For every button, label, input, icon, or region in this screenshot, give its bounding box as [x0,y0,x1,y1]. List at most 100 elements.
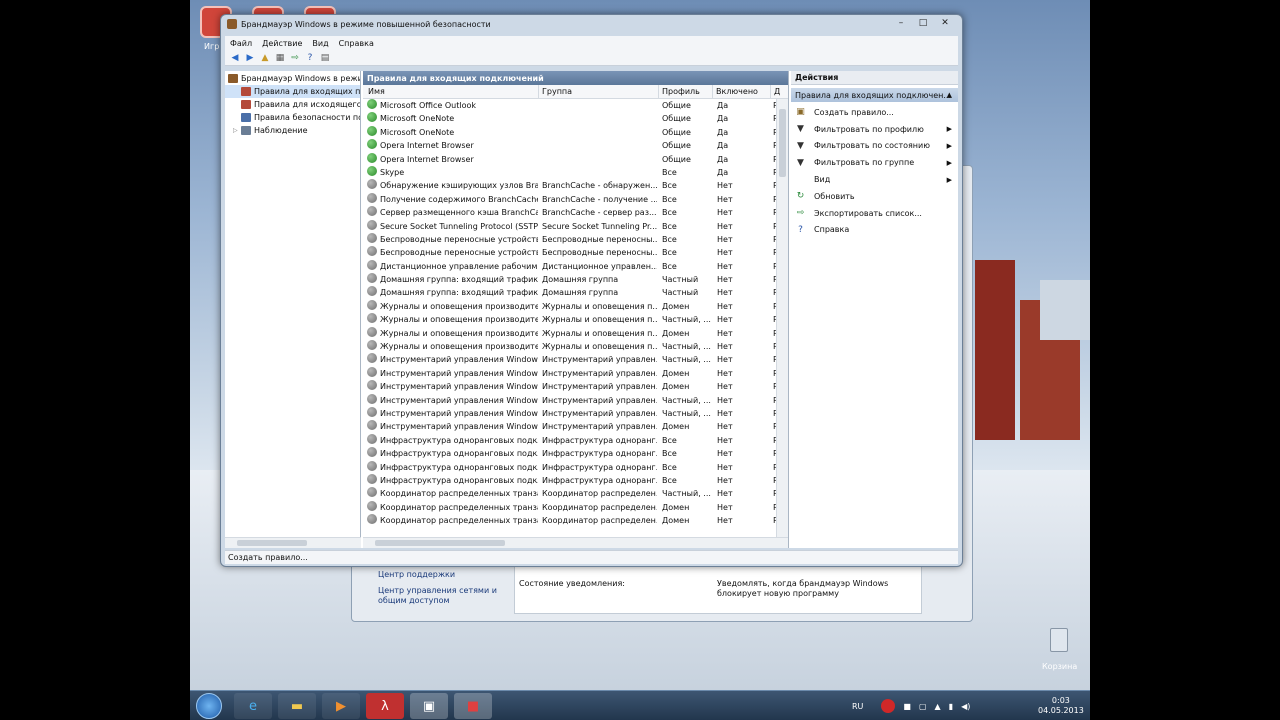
minimize-button[interactable]: – [890,17,912,29]
tree-item-monitoring[interactable]: ▷ Наблюдение [225,124,360,137]
table-row[interactable]: Microsoft Office Outlook Общие Да Р [363,99,777,112]
table-row[interactable]: Skype Все Да Р [363,165,777,179]
table-row[interactable]: Обнаружение кэширующих узлов Bran... Bran… [363,179,777,192]
support-center-link[interactable]: Центр поддержки [378,570,455,579]
recycle-bin-icon[interactable] [1050,628,1068,652]
rules-horizontal-scrollbar[interactable] [363,537,788,548]
volume-icon[interactable]: ◀) [961,702,970,711]
table-row[interactable]: Opera Internet Browser Общие Да Р [363,139,777,152]
firewall-taskbar-icon[interactable]: ■ [454,693,492,719]
scroll-thumb[interactable] [237,540,307,546]
network-center-link[interactable]: Центр управления сетями и общим доступом [378,586,498,606]
app-icon[interactable]: λ [366,693,404,719]
export-icon[interactable]: ⇨ [289,52,301,63]
action-item[interactable]: ↻ Обновить [791,188,958,205]
column-profile[interactable]: Профиль [659,85,713,99]
network-icon[interactable]: ▮ [949,702,953,711]
tree-root[interactable]: Брандмауэр Windows в режим [225,72,360,85]
action-item[interactable]: ▼ Фильтровать по состоянию ▶ [791,138,958,155]
table-row[interactable]: Сервер размещенного кэша BranchCa... Bran… [363,206,777,219]
start-button[interactable] [196,693,222,719]
title-bar[interactable]: Брандмауэр Windows в режиме повышенной б… [221,15,962,33]
tree-item-inbound[interactable]: Правила для входящих под [225,85,360,98]
explorer-icon[interactable]: ▬ [278,693,316,719]
table-row[interactable]: Инструментарий управления Windows ... Инс… [363,420,777,433]
tray-icon[interactable]: ▲ [935,702,941,711]
table-row[interactable]: Инструментарий управления Windows ... Инс… [363,393,777,407]
column-group[interactable]: Группа [539,85,659,99]
collapse-icon[interactable]: ▲ [947,91,952,99]
table-row[interactable]: Журналы и оповещения производител... Журн… [363,340,777,353]
action-item[interactable]: ⇨ Экспортировать список... [791,205,958,222]
table-row[interactable]: Беспроводные переносные устройства... Бес… [363,232,777,246]
table-row[interactable]: Инструментарий управления Windows ... Инс… [363,353,777,366]
table-row[interactable]: Координатор распределенных транзак... Коо… [363,514,777,527]
table-row[interactable]: Журналы и оповещения производител... Журн… [363,313,777,326]
expand-icon[interactable]: ▷ [233,127,241,134]
table-row[interactable]: Opera Internet Browser Общие Да Р [363,152,777,166]
scroll-thumb[interactable] [375,540,505,546]
scroll-thumb[interactable] [779,109,786,177]
record-icon[interactable] [881,699,896,713]
action-item[interactable]: ▼ Фильтровать по профилю ▶ [791,121,958,138]
table-row[interactable]: Координатор распределенных транзак... Коо… [363,500,777,514]
close-button[interactable]: ✕ [934,17,956,29]
table-row[interactable]: Инструментарий управления Windows ... Инс… [363,406,777,420]
table-row[interactable]: Инфраструктура одноранговых подкл... Инфр… [363,460,777,474]
rule-name: Microsoft Office Outlook [380,101,476,110]
back-icon[interactable]: ◀ [229,52,241,63]
rule-name: Домашняя группа: входящий трафик (... [380,288,538,298]
tree-item-security[interactable]: Правила безопасности по, [225,111,360,124]
table-row[interactable]: Инструментарий управления Windows ... Инс… [363,366,777,380]
show-actions-icon[interactable]: ▤ [319,52,331,63]
table-row[interactable]: Инфраструктура одноранговых подкл... Инфр… [363,473,777,487]
table-row[interactable]: Secure Socket Tunneling Protocol (SSTP-.… [363,219,777,233]
column-action[interactable]: Д [771,85,781,99]
tray-icon[interactable]: ▢ [919,702,927,711]
table-row[interactable]: Инфраструктура одноранговых подкл... Инфр… [363,433,777,447]
clock[interactable]: 0:03 04.05.2013 [1038,691,1084,720]
maximize-button[interactable]: □ [912,17,934,29]
language-indicator[interactable]: RU [852,702,863,711]
rule-name: Координатор распределенных транзак... [380,516,538,526]
menu-view[interactable]: Вид [307,39,333,48]
table-row[interactable]: Получение содержимого BranchCache ... Bra… [363,192,777,206]
media-player-icon[interactable]: ▶ [322,693,360,719]
action-item[interactable]: ▣ Создать правило... [791,104,958,121]
action-item[interactable]: Вид ▶ [791,171,958,188]
table-row[interactable]: Дистанционное управление рабочим с... Дис… [363,259,777,273]
table-row[interactable]: Microsoft OneNote Общие Да Р [363,125,777,139]
show-tree-icon[interactable]: ▦ [274,52,286,63]
table-row[interactable]: Журналы и оповещения производител... Журн… [363,326,777,340]
stop-icon[interactable]: ■ [903,702,911,711]
tree-horizontal-scrollbar[interactable] [225,537,361,548]
table-row[interactable]: Домашняя группа: входящий трафик (... Дом… [363,286,777,299]
ie-icon[interactable]: e [234,693,272,719]
rule-enabled: Да [717,154,729,164]
action-item[interactable]: ▼ Фильтровать по группе ▶ [791,154,958,171]
rule-disabled-icon [367,447,377,458]
column-name[interactable]: Имя [363,85,539,99]
menu-help[interactable]: Справка [334,39,379,48]
table-row[interactable]: Координатор распределенных транзак... Коо… [363,487,777,500]
rule-name: Инструментарий управления Windows ... [380,355,538,365]
menu-file[interactable]: Файл [225,39,257,48]
table-row[interactable]: Журналы и оповещения производител... Журн… [363,299,777,313]
help-icon[interactable]: ? [304,52,316,63]
menu-action[interactable]: Действие [257,39,307,48]
action-item[interactable]: ? Справка [791,222,958,239]
tree-label: Правила для исходящего т [254,100,360,109]
table-row[interactable]: Microsoft OneNote Общие Да Р [363,112,777,125]
actions-section-header[interactable]: Правила для входящих подключен... ▲ [791,88,958,102]
rule-profile: Все [662,475,677,485]
forward-icon[interactable]: ▶ [244,52,256,63]
table-row[interactable]: Инструментарий управления Windows ... Инс… [363,380,777,393]
column-enabled[interactable]: Включено [713,85,771,99]
table-row[interactable]: Инфраструктура одноранговых подкл... Инфр… [363,447,777,460]
table-row[interactable]: Беспроводные переносные устройства... Бес… [363,246,777,259]
tree-item-outbound[interactable]: Правила для исходящего т [225,98,360,111]
rules-vertical-scrollbar[interactable] [776,99,788,537]
control-panel-icon[interactable]: ▣ [410,693,448,719]
table-row[interactable]: Домашняя группа: входящий трафик Домашняя… [363,273,777,286]
up-folder-icon[interactable]: ▲ [259,52,271,63]
